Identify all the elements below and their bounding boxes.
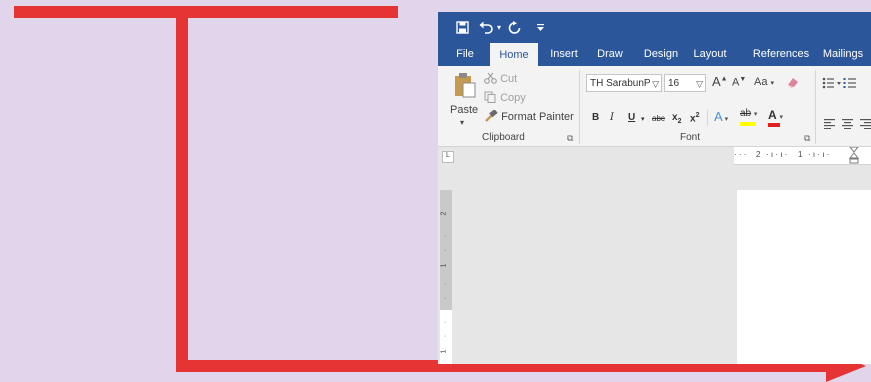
cut-button[interactable]: Cut — [484, 72, 517, 87]
save-icon[interactable] — [454, 18, 470, 36]
paste-icon — [455, 73, 476, 98]
chevron-down-icon: ▾ — [753, 111, 758, 118]
annotation-arrow-vertical — [176, 6, 188, 372]
document-page[interactable] — [737, 190, 871, 364]
chevron-down-icon: ▽ — [696, 79, 703, 89]
font-color-button[interactable]: A ▾ — [768, 108, 783, 127]
chevron-down-icon: ▾ — [770, 80, 775, 87]
clear-formatting-button[interactable] — [786, 75, 800, 94]
eraser-icon — [788, 78, 798, 88]
ruler-ticks: · · — [444, 319, 447, 340]
ruler-tick-label: 2 — [756, 150, 761, 159]
text-effects-button[interactable]: A ▾ — [714, 109, 728, 124]
underline-dropdown-icon[interactable]: ▾ — [641, 115, 645, 123]
text-effects-label: A — [714, 109, 723, 124]
vertical-ruler-page-area: · · 1 — [440, 310, 452, 364]
font-launcher-icon[interactable]: ⧉ — [804, 133, 810, 144]
redo-icon[interactable] — [506, 18, 522, 36]
highlight-label: ab — [740, 108, 752, 119]
chevron-down-icon: ▾ — [779, 114, 783, 121]
highlight-button[interactable]: ab ▾ — [740, 108, 758, 126]
caret-up-icon: ▲ — [720, 75, 728, 83]
paintbrush-icon — [485, 109, 498, 122]
copy-button[interactable]: Copy — [484, 91, 526, 106]
undo-icon[interactable] — [478, 18, 494, 36]
ruler-ticks: · · · — [734, 150, 747, 159]
scissors-icon — [484, 72, 497, 84]
paste-button[interactable]: Paste ▾ — [448, 70, 480, 130]
grow-font-label: A — [712, 74, 721, 89]
copy-label: Copy — [500, 92, 526, 104]
tab-mailings[interactable]: Mailings — [818, 42, 868, 66]
group-separator — [815, 70, 816, 144]
bold-button[interactable]: B — [592, 112, 599, 123]
italic-button[interactable]: I — [610, 112, 614, 123]
ruler-tick-label: 2 — [440, 211, 448, 216]
copy-icon — [484, 91, 496, 103]
tab-layout[interactable]: Layout — [688, 42, 732, 66]
subscript-button[interactable]: x2 — [672, 112, 681, 125]
ruler-tick-label: 1 — [798, 150, 803, 159]
ruler-tick-label: 1 — [440, 349, 448, 354]
font-size-value: 16 — [668, 78, 680, 89]
tab-design[interactable]: Design — [638, 42, 684, 66]
change-case-label: Aa — [754, 76, 768, 88]
tab-selector[interactable]: L — [442, 151, 454, 163]
align-right-button[interactable] — [860, 116, 871, 134]
bullets-icon — [822, 77, 841, 89]
underline-button[interactable]: U — [628, 112, 635, 123]
align-center-button[interactable] — [842, 116, 854, 134]
ruler-ticks: · ı · ı · — [766, 150, 788, 159]
word-window: ▾ File Home Insert Draw Design Layout Re… — [438, 12, 871, 364]
font-size-combobox[interactable]: 16 ▽ — [664, 74, 706, 92]
chevron-down-icon: ▽ — [652, 79, 659, 89]
tab-draw[interactable]: Draw — [590, 42, 630, 66]
bullets-button[interactable] — [822, 76, 842, 94]
ruler-ticks: · ı · ı · — [808, 150, 830, 159]
font-name-value: TH SarabunP — [590, 78, 651, 89]
font-name-combobox[interactable]: TH SarabunP ▽ — [586, 74, 662, 92]
font-group-label: Font — [680, 132, 701, 143]
font-color-label: A — [768, 108, 777, 122]
ruler-ticks: · · — [444, 281, 447, 302]
format-painter-button[interactable]: Format Painter — [484, 109, 574, 125]
shrink-font-button[interactable]: A▼ — [732, 76, 746, 89]
align-left-icon — [824, 119, 835, 129]
group-separator — [579, 70, 580, 144]
format-painter-label: Format Painter — [501, 111, 574, 123]
align-right-icon — [860, 119, 871, 129]
title-bar: ▾ — [438, 12, 871, 42]
vertical-ruler[interactable]: 2 · · 1 · · · · 1 — [440, 190, 452, 364]
tab-references[interactable]: References — [748, 42, 814, 66]
customize-qat-icon[interactable] — [534, 18, 546, 36]
horizontal-ruler[interactable]: · · · 2 · ı · ı · 1 · ı · ı · — [734, 146, 871, 165]
indent-marker-icon[interactable] — [848, 146, 860, 169]
ribbon-tabs: File Home Insert Draw Design Layout Refe… — [438, 42, 871, 66]
annotation-arrow-top — [14, 6, 398, 18]
numbering-icon — [843, 78, 856, 88]
ruler-ticks: · · — [444, 233, 447, 254]
ruler-tick-label: 1 — [440, 263, 448, 268]
cut-label: Cut — [500, 73, 518, 85]
clipboard-launcher-icon[interactable]: ⧉ — [567, 133, 573, 144]
tab-insert[interactable]: Insert — [544, 42, 584, 66]
highlight-swatch — [740, 122, 756, 126]
paste-dropdown-icon: ▾ — [460, 118, 465, 127]
font-color-swatch — [768, 123, 780, 127]
align-center-icon — [842, 119, 853, 129]
tab-file[interactable]: File — [448, 42, 482, 66]
paste-label: Paste — [450, 104, 479, 116]
undo-dropdown-icon[interactable]: ▾ — [494, 18, 504, 36]
tab-home[interactable]: Home — [490, 43, 538, 66]
strikethrough-button[interactable]: abc — [652, 114, 665, 123]
change-case-button[interactable]: Aa ▾ — [754, 76, 774, 88]
ribbon: Paste ▾ Cut Copy Format Painter Clipboar… — [438, 66, 871, 147]
align-left-button[interactable] — [824, 116, 836, 134]
grow-font-button[interactable]: A▲ — [712, 74, 728, 89]
caret-down-icon: ▼ — [739, 76, 747, 83]
clipboard-group-label: Clipboard — [482, 132, 525, 143]
group-separator — [707, 110, 708, 126]
numbering-button[interactable] — [843, 76, 863, 94]
superscript-button[interactable]: x2 — [690, 112, 699, 124]
